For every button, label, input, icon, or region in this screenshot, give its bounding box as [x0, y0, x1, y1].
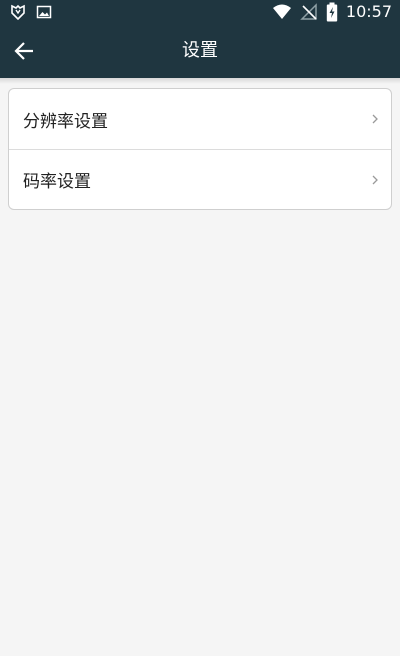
settings-item-label: 码率设置 [23, 172, 91, 192]
app-bar-shadow [0, 78, 400, 84]
chevron-right-icon [371, 174, 379, 186]
wifi-icon [272, 4, 292, 20]
app-bar: 设置 [0, 24, 400, 78]
settings-item-resolution[interactable]: 分辨率设置 [9, 89, 391, 149]
status-bar-right: 10:57 [272, 0, 392, 24]
shield-badge-icon [10, 4, 26, 20]
page-title: 设置 [182, 40, 218, 61]
settings-item-bitrate[interactable]: 码率设置 [9, 149, 391, 209]
image-notification-icon [36, 4, 52, 20]
status-time: 10:57 [345, 2, 392, 21]
settings-item-label: 分辨率设置 [23, 111, 108, 132]
chevron-right-icon [371, 113, 379, 125]
battery-charging-icon [326, 2, 338, 22]
no-signal-icon [300, 3, 318, 21]
settings-card: 分辨率设置 码率设置 [8, 88, 392, 210]
status-bar-left [10, 3, 52, 21]
status-bar: 10:57 [0, 0, 400, 24]
